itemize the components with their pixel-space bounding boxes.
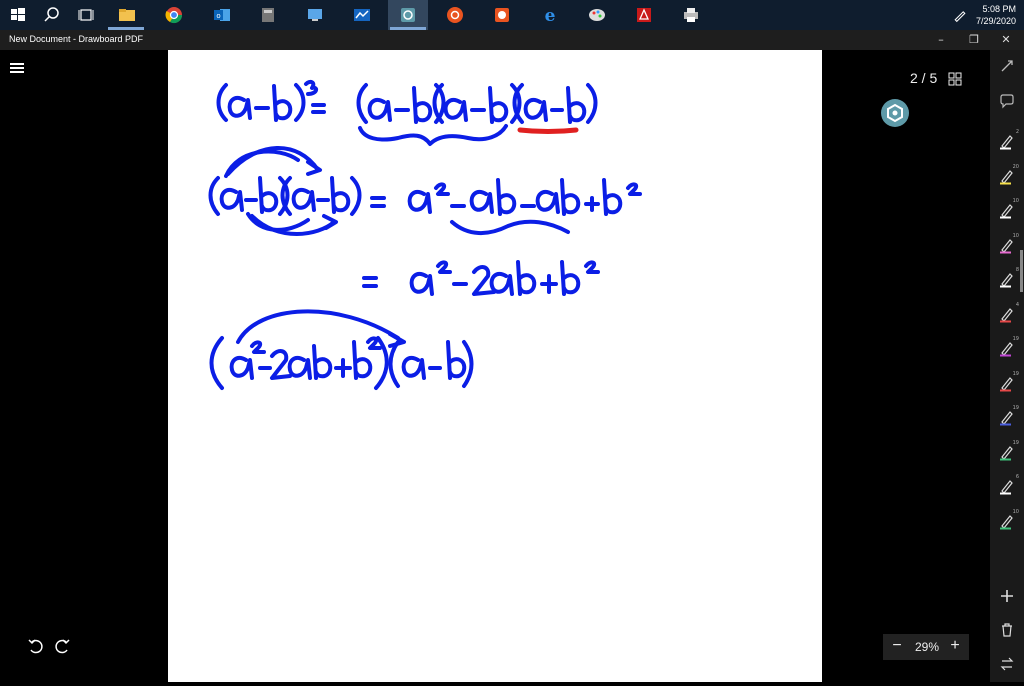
tool-size-label: 19 xyxy=(1012,405,1019,411)
tool-size-label: 20 xyxy=(1012,163,1019,170)
close-button[interactable]: ✕ xyxy=(999,33,1013,47)
screen-recorder-icon[interactable] xyxy=(492,5,512,25)
menu-icon[interactable] xyxy=(6,59,28,77)
tool-sidebar: 2 20 10 10 8 4 19 19 19 19 6 10 xyxy=(990,50,1024,682)
ink-line-4 xyxy=(209,309,474,390)
page-indicator-label: 2 / 5 xyxy=(910,70,938,86)
outlook-icon[interactable]: o xyxy=(212,5,232,25)
tool-size-label: 2 xyxy=(1015,129,1019,135)
ink-line-3 xyxy=(362,260,600,296)
sidebar-pen-tool[interactable]: 19 xyxy=(990,333,1024,363)
comment-icon[interactable] xyxy=(999,93,1015,109)
tool-size-label: 19 xyxy=(1012,370,1019,377)
edge-icon[interactable]: e xyxy=(540,5,560,25)
hexagon-icon xyxy=(887,103,903,123)
acrobat-icon[interactable] xyxy=(634,5,654,25)
printer-icon[interactable] xyxy=(681,5,701,25)
tool-wheel-button[interactable] xyxy=(881,99,909,127)
lasso-select-icon[interactable] xyxy=(999,58,1015,74)
ubuntu-icon[interactable] xyxy=(445,5,465,25)
window-titlebar: New Document - Drawboard PDF – ❐ ✕ xyxy=(0,30,1024,50)
clock-date: 7/29/2020 xyxy=(975,16,1016,26)
sidebar-scrollbar[interactable] xyxy=(1020,250,1023,292)
page-indicator[interactable]: 2 / 5 xyxy=(900,67,968,91)
restore-button[interactable]: ❐ xyxy=(967,33,981,47)
svg-text:o: o xyxy=(216,12,220,20)
clock-time: 5:08 PM xyxy=(982,4,1016,14)
whiteboard-app-icon[interactable] xyxy=(352,5,372,25)
add-tool-icon[interactable] xyxy=(999,588,1015,604)
red-underline xyxy=(517,127,579,134)
sidebar-pen-tool[interactable]: 19 xyxy=(990,402,1024,432)
file-explorer-icon[interactable] xyxy=(117,5,137,25)
tool-size-label: 10 xyxy=(1012,198,1019,204)
chrome-icon[interactable] xyxy=(164,5,184,25)
tool-size-label: 8 xyxy=(1015,267,1019,273)
window-title: New Document - Drawboard PDF xyxy=(9,34,144,44)
sidebar-pen-tool[interactable]: 4 xyxy=(990,299,1024,329)
sidebar-pen-tool[interactable]: 6 xyxy=(990,471,1024,501)
taskbar: o e 5:08 PM 7/29/2020 xyxy=(0,0,1024,30)
redo-icon[interactable] xyxy=(51,636,73,656)
tool-size-label: 10 xyxy=(1012,232,1019,239)
zoom-out-button[interactable]: − xyxy=(888,637,906,655)
trash-icon[interactable] xyxy=(999,622,1015,638)
search-icon[interactable] xyxy=(42,5,62,25)
task-view-icon[interactable] xyxy=(76,5,96,25)
undo-icon[interactable] xyxy=(25,636,47,656)
pen-icon xyxy=(1000,480,1013,495)
sidebar-pen-tool[interactable]: 2 xyxy=(990,126,1024,156)
tool-size-label: 19 xyxy=(1012,439,1019,446)
pen-tray-icon[interactable] xyxy=(952,7,968,23)
grid-view-icon[interactable] xyxy=(948,72,962,86)
minimize-button[interactable]: – xyxy=(934,33,948,47)
ink-annotations xyxy=(208,79,642,390)
remote-desktop-icon[interactable] xyxy=(305,5,325,25)
pen-icon xyxy=(1000,273,1013,288)
pdf-page[interactable] xyxy=(168,50,822,682)
swap-toolbar-icon[interactable] xyxy=(999,656,1015,672)
zoom-control: − 29% + xyxy=(883,634,969,660)
tool-size-label: 4 xyxy=(1015,301,1019,308)
ink-line-2 xyxy=(208,146,642,236)
sidebar-pen-tool[interactable]: 19 xyxy=(990,368,1024,398)
svg-text:e: e xyxy=(545,6,556,25)
calculator-icon[interactable] xyxy=(258,5,278,25)
sidebar-pen-tool[interactable]: 10 xyxy=(990,230,1024,260)
system-clock[interactable]: 5:08 PM 7/29/2020 xyxy=(976,3,1016,27)
drawboard-icon[interactable] xyxy=(398,5,418,25)
sidebar-highlighter-tool[interactable]: 20 xyxy=(990,161,1024,191)
tool-size-label: 10 xyxy=(1012,508,1019,515)
sidebar-pen-tool[interactable]: 8 xyxy=(990,264,1024,294)
tool-size-label: 19 xyxy=(1012,336,1019,342)
pen-icon xyxy=(1000,307,1013,322)
pen-icon xyxy=(1000,135,1013,150)
zoom-in-button[interactable]: + xyxy=(946,637,964,655)
sidebar-pen-tool[interactable]: 10 xyxy=(990,506,1024,536)
zoom-level: 29% xyxy=(914,640,940,654)
sidebar-pen-tool[interactable]: 19 xyxy=(990,437,1024,467)
ink-line-1 xyxy=(216,79,598,146)
windows-start-icon[interactable] xyxy=(8,5,28,25)
tool-size-label: 6 xyxy=(1015,474,1019,480)
paint-icon[interactable] xyxy=(587,5,607,25)
sidebar-pen-tool[interactable]: 10 xyxy=(990,195,1024,225)
